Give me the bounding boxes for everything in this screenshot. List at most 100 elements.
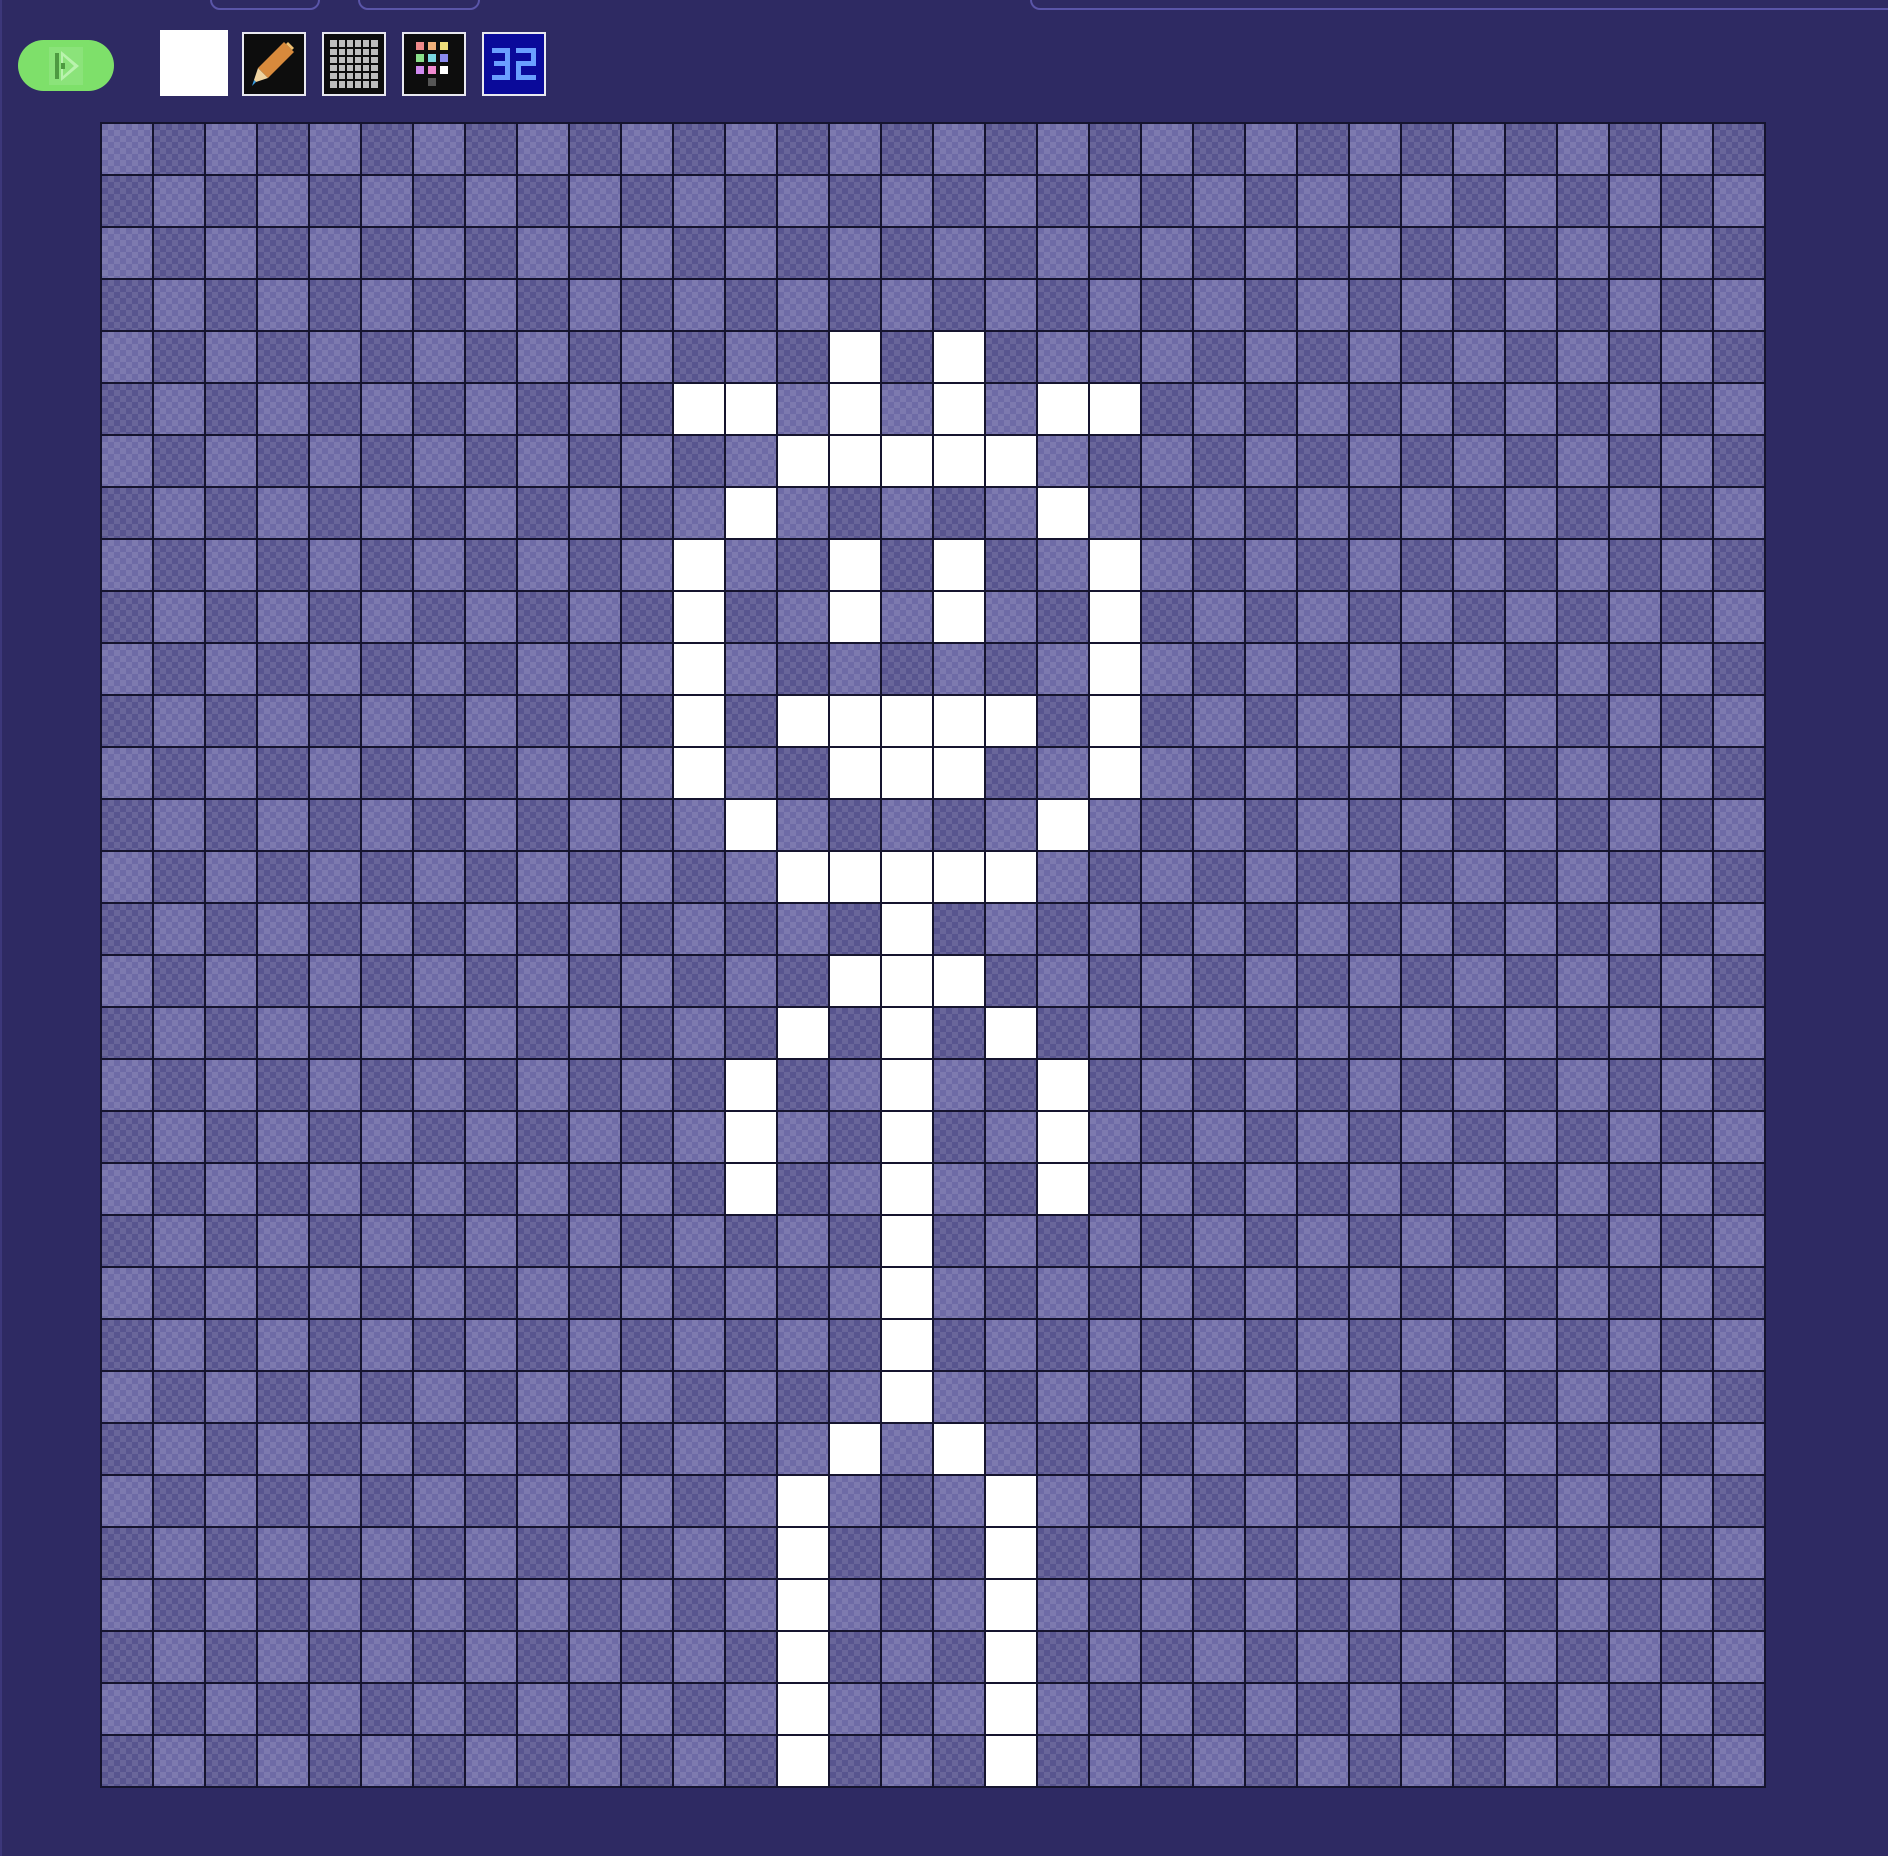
pixel-cell[interactable] xyxy=(1090,1268,1140,1318)
pixel-cell[interactable] xyxy=(1558,1580,1608,1630)
pixel-cell[interactable] xyxy=(310,488,360,538)
pixel-cell[interactable] xyxy=(1714,1216,1764,1266)
pixel-cell-filled[interactable] xyxy=(1038,1060,1088,1110)
pixel-cell[interactable] xyxy=(622,696,672,746)
pixel-cell[interactable] xyxy=(1090,800,1140,850)
pixel-cell[interactable] xyxy=(1714,1008,1764,1058)
pixel-cell[interactable] xyxy=(1142,852,1192,902)
pixel-cell-filled[interactable] xyxy=(778,852,828,902)
pixel-cell[interactable] xyxy=(674,956,724,1006)
pixel-cell[interactable] xyxy=(1246,1528,1296,1578)
pixel-cell[interactable] xyxy=(1246,1632,1296,1682)
pixel-cell[interactable] xyxy=(1454,800,1504,850)
pixel-cell[interactable] xyxy=(102,280,152,330)
pixel-cell[interactable] xyxy=(778,1372,828,1422)
pixel-cell[interactable] xyxy=(1454,1060,1504,1110)
pixel-cell[interactable] xyxy=(570,1476,620,1526)
pixel-cell[interactable] xyxy=(1714,1528,1764,1578)
pixel-cell[interactable] xyxy=(466,696,516,746)
pixel-cell[interactable] xyxy=(1402,1684,1452,1734)
pixel-cell[interactable] xyxy=(1558,696,1608,746)
pixel-cell[interactable] xyxy=(830,280,880,330)
pixel-cell[interactable] xyxy=(1506,800,1556,850)
pixel-cell[interactable] xyxy=(622,956,672,1006)
pixel-cell[interactable] xyxy=(206,1112,256,1162)
pixel-cell[interactable] xyxy=(778,1060,828,1110)
pixel-cell[interactable] xyxy=(466,956,516,1006)
pixel-cell[interactable] xyxy=(830,1008,880,1058)
pixel-cell[interactable] xyxy=(726,696,776,746)
pixel-cell[interactable] xyxy=(414,1112,464,1162)
pixel-cell[interactable] xyxy=(1714,124,1764,174)
pixel-cell[interactable] xyxy=(310,644,360,694)
pixel-cell[interactable] xyxy=(986,748,1036,798)
pixel-cell[interactable] xyxy=(1402,1268,1452,1318)
pixel-cell[interactable] xyxy=(1298,1476,1348,1526)
pixel-cell[interactable] xyxy=(570,124,620,174)
pixel-cell[interactable] xyxy=(1038,1268,1088,1318)
pixel-cell[interactable] xyxy=(466,1528,516,1578)
pixel-cell[interactable] xyxy=(466,436,516,486)
pixel-cell-filled[interactable] xyxy=(726,1164,776,1214)
pixel-cell[interactable] xyxy=(622,904,672,954)
pixel-cell[interactable] xyxy=(258,1372,308,1422)
pixel-cell[interactable] xyxy=(1090,1372,1140,1422)
pixel-cell[interactable] xyxy=(102,1580,152,1630)
pixel-cell[interactable] xyxy=(778,904,828,954)
pixel-cell-filled[interactable] xyxy=(778,1736,828,1786)
pixel-cell[interactable] xyxy=(414,904,464,954)
pixel-cell[interactable] xyxy=(1298,176,1348,226)
pixel-cell[interactable] xyxy=(1610,1580,1660,1630)
pixel-cell[interactable] xyxy=(414,384,464,434)
pixel-cell[interactable] xyxy=(1610,384,1660,434)
pixel-cell[interactable] xyxy=(726,280,776,330)
pixel-cell[interactable] xyxy=(1194,280,1244,330)
pixel-cell[interactable] xyxy=(1662,228,1712,278)
pixel-cell[interactable] xyxy=(1090,1580,1140,1630)
pixel-cell[interactable] xyxy=(362,176,412,226)
pixel-cell[interactable] xyxy=(154,748,204,798)
pixel-cell[interactable] xyxy=(414,1320,464,1370)
pixel-cell[interactable] xyxy=(414,1424,464,1474)
pixel-cell[interactable] xyxy=(1610,800,1660,850)
pixel-cell[interactable] xyxy=(414,1268,464,1318)
pixel-cell[interactable] xyxy=(102,592,152,642)
pixel-cell[interactable] xyxy=(1142,540,1192,590)
pixel-cell[interactable] xyxy=(1454,332,1504,382)
pixel-cell[interactable] xyxy=(1610,1268,1660,1318)
pixel-cell[interactable] xyxy=(518,540,568,590)
pixel-cell-filled[interactable] xyxy=(986,1580,1036,1630)
pixel-cell[interactable] xyxy=(1350,748,1400,798)
pixel-cell[interactable] xyxy=(1246,1372,1296,1422)
pixel-cell[interactable] xyxy=(466,644,516,694)
pixel-cell[interactable] xyxy=(986,956,1036,1006)
pixel-cell[interactable] xyxy=(1454,1528,1504,1578)
pixel-cell[interactable] xyxy=(1038,1320,1088,1370)
pixel-cell[interactable] xyxy=(1558,1736,1608,1786)
pixel-cell[interactable] xyxy=(1506,124,1556,174)
pixel-cell[interactable] xyxy=(570,1632,620,1682)
pixel-cell[interactable] xyxy=(1038,1008,1088,1058)
pixel-cell[interactable] xyxy=(1714,1112,1764,1162)
pixel-cell[interactable] xyxy=(362,1320,412,1370)
pixel-cell[interactable] xyxy=(1194,1008,1244,1058)
pixel-cell[interactable] xyxy=(1714,1684,1764,1734)
pixel-cell[interactable] xyxy=(986,592,1036,642)
pixel-cell[interactable] xyxy=(1090,1112,1140,1162)
pixel-cell[interactable] xyxy=(1246,852,1296,902)
pixel-cell[interactable] xyxy=(1038,1632,1088,1682)
pixel-cell[interactable] xyxy=(1454,748,1504,798)
pixel-cell[interactable] xyxy=(1038,1216,1088,1266)
pixel-cell[interactable] xyxy=(1038,748,1088,798)
pixel-cell[interactable] xyxy=(1610,1112,1660,1162)
pixel-cell[interactable] xyxy=(310,1164,360,1214)
pixel-cell[interactable] xyxy=(1142,280,1192,330)
pixel-cell[interactable] xyxy=(154,176,204,226)
pixel-cell[interactable] xyxy=(206,1632,256,1682)
pixel-cell[interactable] xyxy=(830,124,880,174)
pixel-cell[interactable] xyxy=(1350,228,1400,278)
pixel-cell[interactable] xyxy=(466,1268,516,1318)
pixel-cell[interactable] xyxy=(726,1216,776,1266)
pixel-cell[interactable] xyxy=(1558,1632,1608,1682)
pixel-cell[interactable] xyxy=(986,176,1036,226)
